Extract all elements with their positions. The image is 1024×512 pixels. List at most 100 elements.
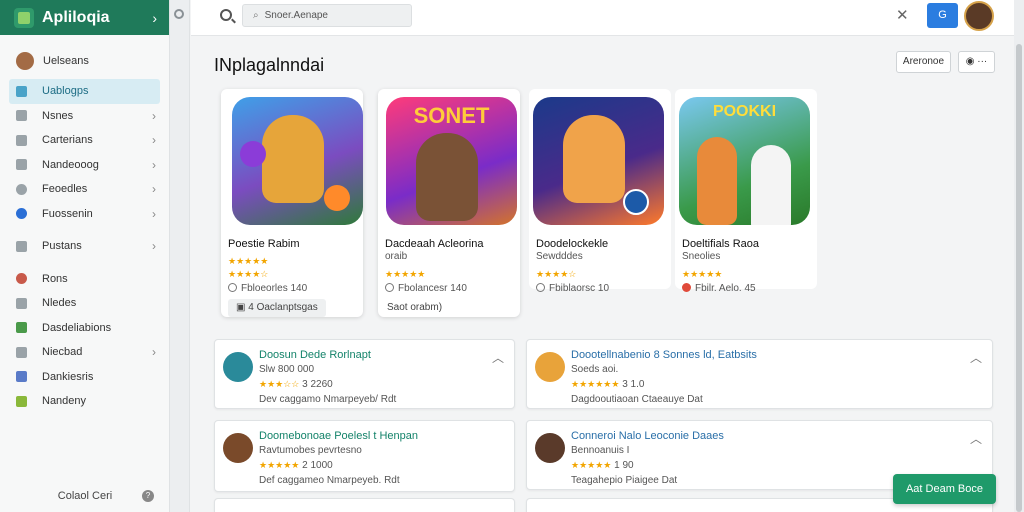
sidebar-item-label: Nledes (42, 297, 77, 310)
sidebar-item-label: Nsnes (42, 109, 74, 122)
toggle-icon[interactable] (174, 9, 184, 19)
sidebar-item-nandeooog[interactable]: Nandeooog › (9, 153, 160, 178)
sidebar-footer-label: Colaol Ceri (57, 490, 113, 502)
list-item-rating: ★★★☆☆ 3 2260 (259, 379, 333, 390)
document-icon (16, 134, 27, 146)
sidebar-item-nledes[interactable]: Nledes (9, 291, 160, 316)
list-item-subtitle: Ravtumobes pevrtesno (259, 445, 362, 456)
close-icon[interactable]: ✕ (896, 6, 909, 24)
app-artwork[interactable]: SONET (386, 97, 517, 225)
chevron-up-icon[interactable]: ︿ (970, 430, 982, 447)
blog-icon (16, 85, 27, 97)
app-artwork[interactable] (533, 97, 664, 225)
chevron-right-icon: › (152, 206, 156, 221)
list-item[interactable] (214, 498, 515, 512)
avatar[interactable] (964, 1, 994, 31)
list-item[interactable]: Doosun Dede Rorlnapt Slw 800 000 ★★★☆☆ 3… (214, 339, 515, 409)
sidebar-item-pustans[interactable]: Pustans › (9, 234, 160, 259)
list-item-subtitle: Slw 800 000 (259, 364, 315, 375)
list-item-meta: Def caggameo Nmarpeyeb. Rdt (259, 475, 400, 486)
search-icon[interactable] (220, 9, 232, 21)
info-icon (16, 208, 27, 220)
list-item-title[interactable]: Doosun Dede Rorlnapt (259, 349, 371, 361)
tag-pill[interactable]: ▣ 4 Oaclanptsgas (228, 299, 326, 317)
rating-stars: ★★★★★ (385, 264, 425, 282)
sidebar-item-label: Rons (42, 272, 68, 285)
sidebar-item-label: Pustans (42, 240, 82, 253)
header-button[interactable]: Areronoe (896, 51, 951, 73)
clock-icon (228, 283, 237, 292)
scrollbar[interactable] (1014, 0, 1024, 512)
rating-text: 3 1.0 (622, 379, 645, 390)
help-icon[interactable]: ? (142, 490, 154, 502)
app-header[interactable]: Apliloqia › (0, 0, 169, 35)
sidebar-item-label: Dasdeliabions (42, 321, 112, 334)
app-card[interactable]: POOKKI Doeltifials Raoa Sneolies ★★★★★ F… (675, 89, 817, 294)
star-icon: ★★★☆☆ (259, 379, 300, 389)
check-icon (16, 240, 27, 252)
chevron-right-icon: › (152, 239, 156, 254)
tag-pill[interactable]: Saot orabm) (385, 299, 450, 317)
sidebar-item-carterians[interactable]: Carterians › (9, 128, 160, 153)
sidebar-item-feoedles[interactable]: Feoedles › (9, 177, 160, 202)
sidebar-item-uablogps[interactable]: Uablogps (9, 79, 160, 104)
sidebar-item-fuossenin[interactable]: Fuossenin › (9, 202, 160, 227)
calendar-icon (16, 395, 27, 407)
search-placeholder: Snoer.Aenape (264, 10, 328, 21)
chevron-up-icon[interactable]: ︿ (492, 349, 504, 366)
sidebar-item-nandeny[interactable]: Nandeny (9, 389, 160, 414)
chevron-up-icon[interactable]: ︿ (970, 349, 982, 366)
badge-icon (623, 189, 649, 215)
page-title: INplagalnndai (214, 55, 325, 75)
app-card[interactable]: SONET Dacdeaah Acleorina oraib ★★★★★ Fbo… (378, 89, 520, 317)
list-item-title[interactable]: Doootellnabenio 8 Sonnes ld, Eatbsits (571, 349, 757, 361)
list-item-rating: ★★★★★ 1 90 (571, 460, 634, 471)
people-icon (16, 371, 27, 383)
list-item-title[interactable]: Conneroi Nalo Leoconie Daaes (571, 430, 724, 442)
app-card[interactable]: Poestie Rabim ★★★★★ ★★★★☆ Fbloeorles 140… (221, 89, 363, 317)
primary-action-button[interactable]: G (927, 3, 958, 28)
chevron-right-icon[interactable]: › (152, 10, 157, 26)
list-item-rating: ★★★★★★ 3 1.0 (571, 379, 644, 390)
search-input[interactable]: ⌕ Snoer.Aenape (242, 4, 412, 27)
star-icon: ★★★★★★ (571, 379, 620, 389)
rating-text: 1 90 (614, 460, 634, 471)
app-artwork[interactable]: POOKKI (679, 97, 810, 225)
sidebar-item-dankiesris[interactable]: Dankiesris (9, 365, 160, 390)
star-icon: ★★★★★ (259, 460, 300, 470)
app-meta: Fbilr. Aelo. 45 (682, 283, 756, 294)
app-card[interactable]: Doodelockekle Sewdddes ★★★★☆ Fbiblaorsc … (529, 89, 671, 294)
sidebar-footer[interactable]: Colaol Ceri ? (0, 490, 170, 502)
sidebar-item-label: Fuossenin (42, 207, 93, 220)
artwork-title-art: POOKKI (712, 103, 777, 120)
meta-text: Fbilr. Aelo. 45 (695, 283, 756, 294)
more-button[interactable]: ◉ ··· (958, 51, 995, 73)
list-item[interactable]: Doootellnabenio 8 Sonnes ld, Eatbsits So… (526, 339, 993, 409)
chevron-right-icon: › (152, 108, 156, 123)
star-icon: ★★★★☆ (228, 269, 269, 279)
sidebar-item-dasdeliabions[interactable]: Dasdeliabions (9, 316, 160, 341)
sidebar: Apliloqia › Uelseans Uablogps Nsnes › Ca… (0, 0, 170, 512)
sidebar-item-nsnes[interactable]: Nsnes › (9, 104, 160, 129)
list-item-title[interactable]: Doomebonoae Poelesl t Henpan (259, 430, 418, 442)
sidebar-item-label: Nandeooog (42, 158, 99, 171)
list-item-meta: Dagdooutiaoan Ctaeauye Dat (571, 394, 703, 405)
badge-icon (324, 185, 350, 211)
app-icon (535, 352, 565, 382)
collapse-rail[interactable] (170, 0, 190, 512)
star-icon: ★★★★★ (682, 269, 723, 279)
list-item-subtitle: Bennoanuis I (571, 445, 630, 456)
list-item[interactable]: Doomebonoae Poelesl t Henpan Ravtumobes … (214, 420, 515, 492)
floating-action-button[interactable]: Aat Deam Boce (893, 474, 996, 504)
sidebar-user[interactable]: Uelseans (0, 47, 169, 75)
meta-text: Fbloeorles 140 (241, 283, 308, 294)
sidebar-item-rons[interactable]: Rons (9, 267, 160, 292)
app-artwork[interactable] (232, 97, 363, 225)
list-icon (16, 297, 27, 309)
sidebar-item-niecbad[interactable]: Niecbad › (9, 340, 160, 365)
app-subtitle: Sneolies (682, 251, 721, 262)
chevron-right-icon: › (152, 133, 156, 148)
clock-icon (385, 283, 394, 292)
scrollbar-thumb[interactable] (1016, 44, 1022, 512)
folder-icon (16, 159, 27, 171)
